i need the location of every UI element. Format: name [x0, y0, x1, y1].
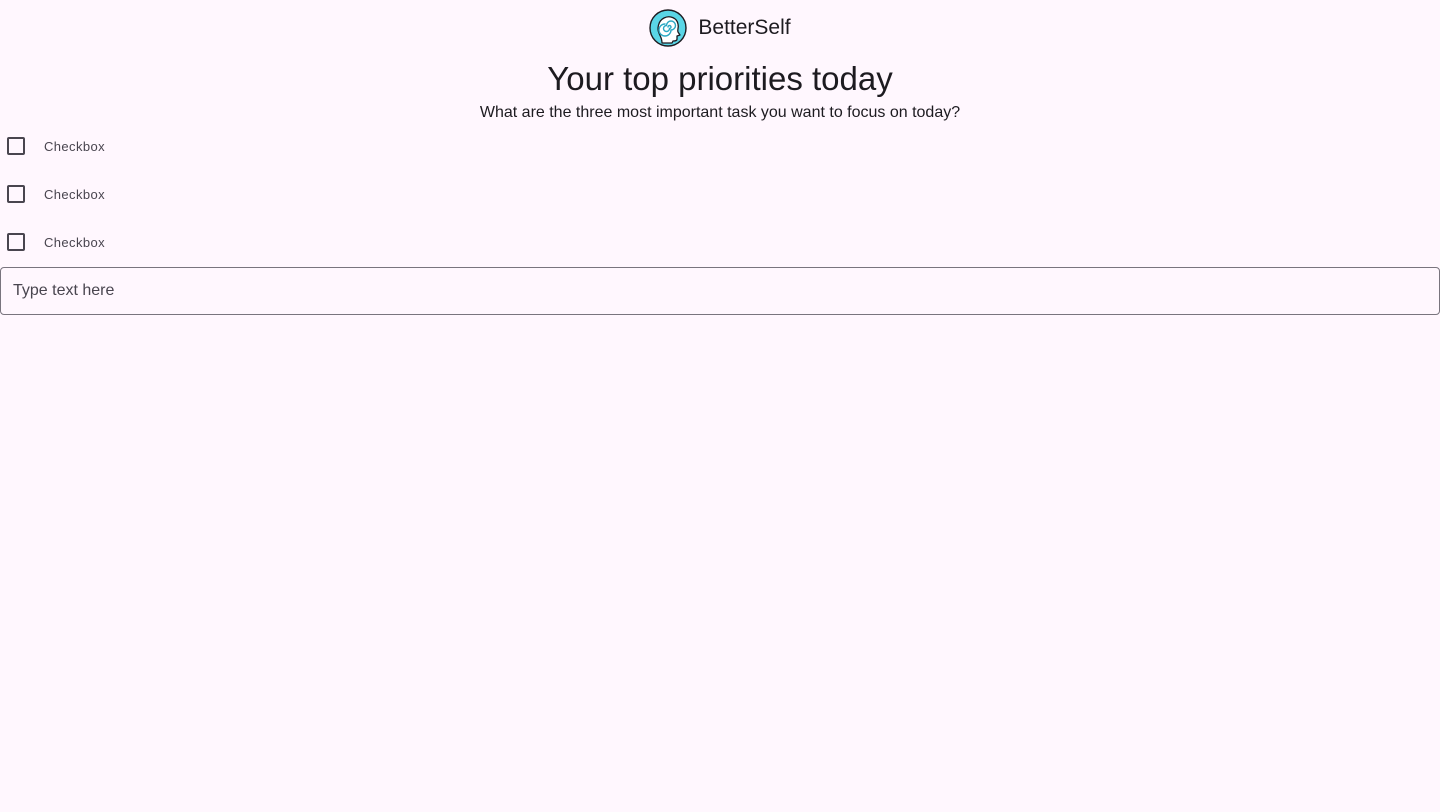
priority-checkbox-2[interactable]: Checkbox: [0, 170, 1440, 218]
priorities-page: BetterSelf Your top priorities today Wha…: [0, 0, 1440, 812]
priority-checkbox-list: Checkbox Checkbox Checkbox: [0, 122, 1440, 266]
checkbox-box[interactable]: [7, 137, 25, 155]
checkbox-box[interactable]: [7, 233, 25, 251]
page-subtitle: What are the three most important task y…: [479, 104, 961, 121]
checkbox-label: Checkbox: [44, 234, 106, 250]
checkbox-label: Checkbox: [44, 138, 106, 154]
priority-checkbox-3[interactable]: Checkbox: [0, 218, 1440, 266]
checkbox-box[interactable]: [7, 185, 25, 203]
app-name: BetterSelf: [698, 16, 791, 39]
head-spiral-icon: [649, 9, 688, 47]
priority-text-input[interactable]: [1, 268, 1439, 314]
priority-checkbox-1[interactable]: Checkbox: [0, 122, 1440, 170]
priority-text-field[interactable]: [0, 267, 1440, 315]
page-title: Your top priorities today: [547, 60, 893, 97]
checkbox-label: Checkbox: [44, 186, 106, 202]
app-header: BetterSelf: [0, 8, 1440, 48]
